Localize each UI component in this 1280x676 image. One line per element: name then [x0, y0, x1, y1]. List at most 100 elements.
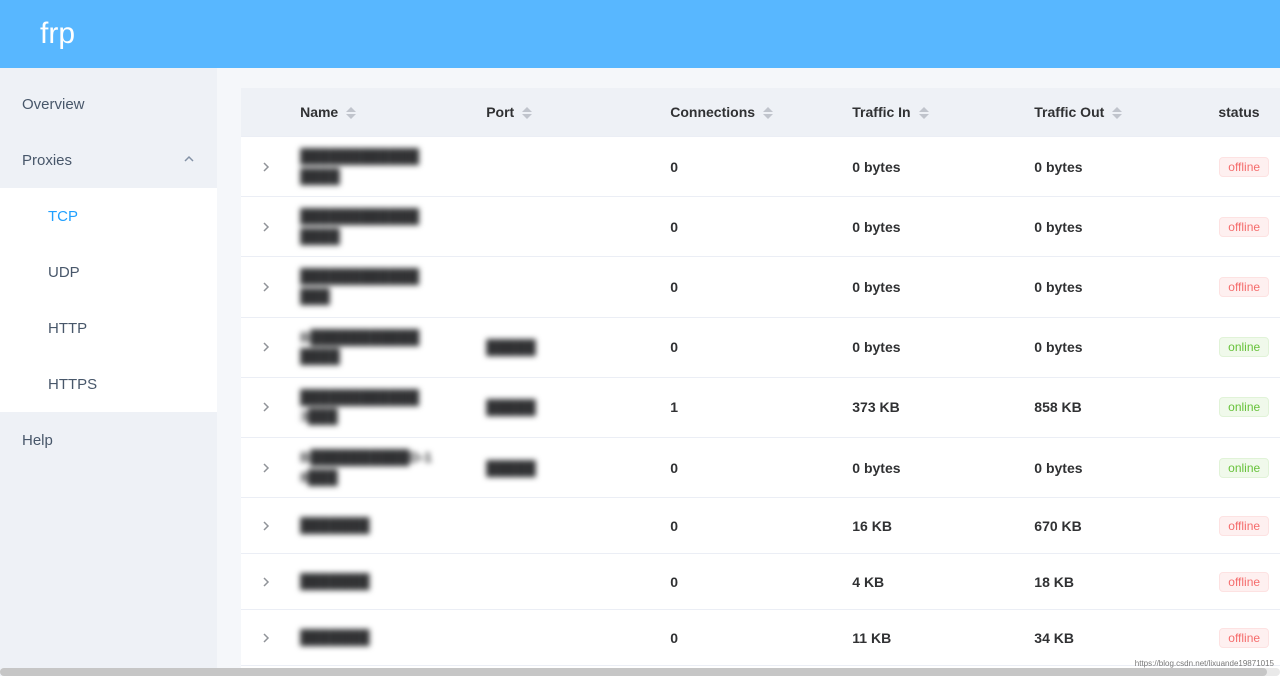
- col-traffic-out[interactable]: Traffic Out: [1024, 88, 1208, 137]
- chevron-right-icon[interactable]: [261, 462, 271, 476]
- proxy-traffic-in: 16 KB: [842, 498, 1024, 554]
- proxy-connections: 0: [660, 257, 842, 317]
- proxy-traffic-out: 858 KB: [1024, 377, 1208, 437]
- proxy-traffic-in: 0 bytes: [842, 317, 1024, 377]
- table-row: ███████ 016 KB670 KB offline: [241, 498, 1280, 554]
- status-badge: offline: [1219, 516, 1269, 536]
- sort-icon: [522, 107, 532, 119]
- proxy-name: ███████: [300, 628, 466, 648]
- proxy-traffic-out: 18 KB: [1024, 554, 1208, 610]
- table-row: ███████ 011 KB34 KB offline: [241, 610, 1280, 666]
- proxy-traffic-out: 670 KB: [1024, 498, 1208, 554]
- proxy-traffic-out: 0 bytes: [1024, 257, 1208, 317]
- table-row: ███████████████00 bytes0 bytesoffline: [241, 257, 1280, 317]
- sidebar-item-label: HTTPS: [48, 376, 97, 393]
- app-logo: frp: [40, 17, 75, 51]
- watermark: https://blog.csdn.net/lixuande19871015: [1135, 659, 1274, 668]
- proxy-traffic-out: 0 bytes: [1024, 197, 1208, 257]
- proxy-traffic-in: 0 bytes: [842, 257, 1024, 317]
- proxy-traffic-out: 0 bytes: [1024, 137, 1208, 197]
- proxy-port: █████: [486, 460, 536, 476]
- sidebar-item-label: Overview: [22, 96, 85, 113]
- sort-icon: [763, 107, 773, 119]
- proxy-name: ███████████████: [300, 267, 466, 306]
- proxy-name: ███████: [300, 572, 466, 592]
- status-badge: online: [1219, 458, 1269, 478]
- status-badge: online: [1219, 337, 1269, 357]
- sidebar-item-label: Help: [22, 432, 53, 449]
- status-badge: offline: [1219, 277, 1269, 297]
- col-connections[interactable]: Connections: [660, 88, 842, 137]
- proxy-traffic-in: 0 bytes: [842, 197, 1024, 257]
- proxy-connections: 0: [660, 317, 842, 377]
- sidebar-item-http[interactable]: HTTP: [0, 300, 217, 356]
- proxy-connections: 0: [660, 197, 842, 257]
- proxy-name: B██████████D-18███: [300, 448, 466, 487]
- chevron-right-icon[interactable]: [261, 520, 271, 534]
- sidebar-item-label: Proxies: [22, 152, 72, 169]
- proxy-traffic-in: 11 KB: [842, 610, 1024, 666]
- proxy-name: ████████████████: [300, 147, 466, 186]
- table-row: ████████████████00 bytes0 bytesoffline: [241, 137, 1280, 197]
- proxy-traffic-in: 4 KB: [842, 554, 1024, 610]
- sidebar-item-https[interactable]: HTTPS: [0, 356, 217, 412]
- proxy-traffic-out: 0 bytes: [1024, 437, 1208, 497]
- table-row: ███████ 04 KB18 KB offline: [241, 554, 1280, 610]
- sidebar-item-tcp[interactable]: TCP: [0, 188, 217, 244]
- sidebar-item-proxies[interactable]: Proxies: [0, 132, 217, 188]
- proxy-traffic-out: 34 KB: [1024, 610, 1208, 666]
- status-badge: online: [1219, 397, 1269, 417]
- col-traffic-in[interactable]: Traffic In: [842, 88, 1024, 137]
- proxy-port: █████: [486, 339, 536, 355]
- status-badge: offline: [1219, 217, 1269, 237]
- status-badge: offline: [1219, 572, 1269, 592]
- chevron-right-icon[interactable]: [261, 576, 271, 590]
- proxy-connections: 0: [660, 137, 842, 197]
- table-row: ████████████3███ █████ 1373 KB858 KB online: [241, 377, 1280, 437]
- sidebar-item-label: UDP: [48, 264, 80, 281]
- sort-icon: [919, 107, 929, 119]
- chevron-right-icon[interactable]: [261, 221, 271, 235]
- sidebar: Overview Proxies TCP UDP HTTP HTTPS Help: [0, 68, 217, 676]
- col-port[interactable]: Port: [476, 88, 660, 137]
- table-row: B██████████D-18████████00 bytes0 byteson…: [241, 437, 1280, 497]
- proxy-connections: 0: [660, 554, 842, 610]
- sort-icon: [346, 107, 356, 119]
- main-content: Name Port Connections Traffic In: [217, 68, 1280, 676]
- sidebar-item-udp[interactable]: UDP: [0, 244, 217, 300]
- col-status: status: [1208, 88, 1280, 137]
- proxy-name: ████████████████: [300, 207, 466, 246]
- sidebar-item-help[interactable]: Help: [0, 412, 217, 468]
- chevron-right-icon[interactable]: [261, 632, 271, 646]
- proxy-name: ███████: [300, 516, 466, 536]
- proxy-name: ████████████3███: [300, 388, 466, 427]
- proxy-traffic-in: 0 bytes: [842, 437, 1024, 497]
- proxy-name: B███████████████: [300, 328, 466, 367]
- app-header: frp: [0, 0, 1280, 68]
- proxy-traffic-out: 0 bytes: [1024, 317, 1208, 377]
- chevron-right-icon[interactable]: [261, 341, 271, 355]
- proxy-connections: 0: [660, 498, 842, 554]
- chevron-right-icon[interactable]: [261, 281, 271, 295]
- sidebar-item-label: HTTP: [48, 320, 87, 337]
- proxy-port: █████: [486, 399, 536, 415]
- sidebar-item-label: TCP: [48, 208, 78, 225]
- proxy-connections: 0: [660, 610, 842, 666]
- proxy-traffic-in: 373 KB: [842, 377, 1024, 437]
- table-row: B████████████████████00 bytes0 bytesonli…: [241, 317, 1280, 377]
- chevron-up-icon: [183, 153, 195, 168]
- status-badge: offline: [1219, 157, 1269, 177]
- col-name[interactable]: Name: [290, 88, 476, 137]
- horizontal-scrollbar[interactable]: [0, 668, 1280, 676]
- table-row: ████████████████00 bytes0 bytesoffline: [241, 197, 1280, 257]
- sidebar-item-overview[interactable]: Overview: [0, 76, 217, 132]
- proxy-connections: 0: [660, 437, 842, 497]
- sort-icon: [1112, 107, 1122, 119]
- proxies-table: Name Port Connections Traffic In: [241, 88, 1280, 676]
- chevron-right-icon[interactable]: [261, 161, 271, 175]
- proxy-connections: 1: [660, 377, 842, 437]
- proxy-traffic-in: 0 bytes: [842, 137, 1024, 197]
- status-badge: offline: [1219, 628, 1269, 648]
- chevron-right-icon[interactable]: [261, 401, 271, 415]
- col-expand: [241, 88, 290, 137]
